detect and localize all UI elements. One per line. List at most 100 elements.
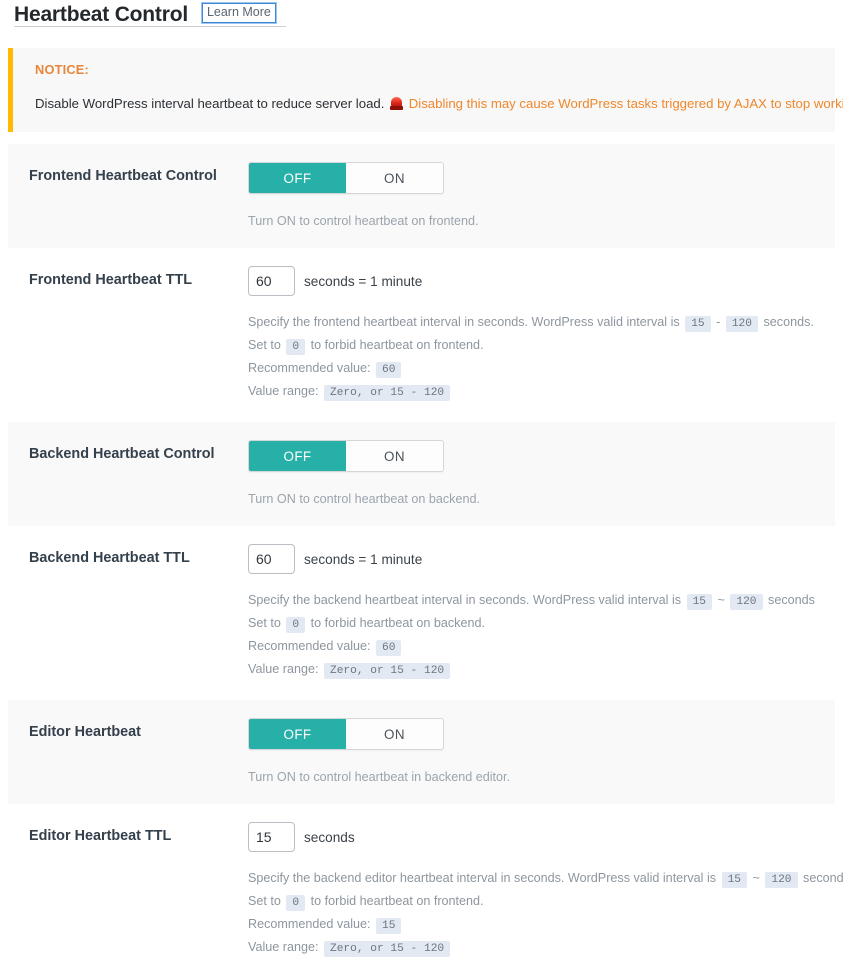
desc-text-tail: seconds.	[763, 315, 814, 329]
page-title: Heartbeat Control	[14, 3, 188, 26]
desc-badge-recommended: 60	[376, 640, 402, 656]
frontend-heartbeat-ttl-description: Specify the frontend heartbeat interval …	[248, 312, 825, 404]
description-line-1: Specify the frontend heartbeat interval …	[248, 312, 825, 335]
desc-text: Specify the frontend heartbeat interval …	[248, 315, 680, 329]
desc-text: Value range:	[248, 940, 319, 954]
desc-text-tail: to forbid heartbeat on backend.	[310, 616, 485, 630]
frontend-heartbeat-control-toggle-off[interactable]: OFF	[249, 163, 346, 193]
desc-text: Value range:	[248, 662, 319, 676]
notice-text: Disable WordPress interval heartbeat to …	[35, 96, 385, 111]
desc-text: Recommended value:	[248, 917, 371, 931]
desc-badge-zero: 0	[286, 339, 306, 355]
editor-heartbeat-ttl-line: seconds	[248, 822, 843, 852]
notice-warning-text: Disabling this may cause WordPress tasks…	[408, 96, 843, 111]
editor-heartbeat-toggle-off[interactable]: OFF	[249, 719, 346, 749]
description-line-4: Value range: Zero, or 15 - 120	[248, 937, 843, 960]
frontend-heartbeat-control-toggle[interactable]: OFF ON	[248, 162, 444, 194]
page-header: Heartbeat Control Learn More	[0, 0, 843, 28]
editor-heartbeat-help: Turn ON to control heartbeat in backend …	[248, 770, 511, 784]
backend-heartbeat-control-toggle-off[interactable]: OFF	[249, 441, 346, 471]
backend-heartbeat-ttl-line: seconds = 1 minute	[248, 544, 825, 574]
backend-heartbeat-ttl-field: seconds = 1 minute Specify the backend he…	[248, 544, 835, 682]
backend-heartbeat-ttl-input[interactable]	[248, 544, 295, 574]
desc-text: Specify the backend heartbeat interval i…	[248, 593, 682, 607]
description-line-2: Set to 0 to forbid heartbeat on frontend…	[248, 891, 843, 914]
desc-text: Set to	[248, 616, 281, 630]
siren-icon	[390, 97, 404, 110]
desc-badge-range: Zero, or 15 - 120	[323, 663, 451, 679]
desc-badge-max: 120	[725, 316, 758, 332]
desc-separator: ~	[752, 871, 760, 885]
page-header-inner: Heartbeat Control Learn More	[14, 0, 286, 27]
backend-heartbeat-control-toggle[interactable]: OFF ON	[248, 440, 444, 472]
editor-heartbeat-field: OFF ON Turn ON to control heartbeat in bac…	[248, 718, 835, 786]
description-line-4: Value range: Zero, or 15 - 120	[248, 659, 825, 682]
desc-text: Specify the backend editor heartbeat int…	[248, 871, 717, 885]
desc-text: Set to	[248, 894, 281, 908]
frontend-heartbeat-ttl-line: seconds = 1 minute	[248, 266, 825, 296]
frontend-heartbeat-control-field: OFF ON Turn ON to control heartbeat on fro…	[248, 162, 835, 230]
desc-separator: -	[716, 315, 721, 329]
desc-badge-zero: 0	[286, 617, 306, 633]
backend-heartbeat-control-field: OFF ON Turn ON to control heartbeat on bac…	[248, 440, 835, 508]
notice-label: NOTICE:	[35, 62, 90, 77]
desc-text-tail: to forbid heartbeat on frontend.	[310, 338, 484, 352]
description-line-2: Set to 0 to forbid heartbeat on frontend…	[248, 335, 825, 358]
desc-text-tail: to forbid heartbeat on frontend.	[310, 894, 484, 908]
frontend-heartbeat-ttl-label: Frontend Heartbeat TTL	[29, 272, 193, 288]
backend-heartbeat-control-toggle-on[interactable]: ON	[346, 441, 443, 471]
desc-separator: ~	[717, 593, 725, 607]
backend-heartbeat-ttl-label: Backend Heartbeat TTL	[29, 550, 190, 566]
description-line-3: Recommended value: 60	[248, 358, 825, 381]
desc-text: Recommended value:	[248, 361, 371, 375]
desc-text-tail: seconds	[803, 871, 843, 885]
description-line-2: Set to 0 to forbid heartbeat on backend.	[248, 613, 825, 636]
desc-badge-max: 120	[730, 594, 763, 610]
editor-heartbeat-ttl-label: Editor Heartbeat TTL	[29, 828, 172, 844]
settings-row: Backend Heartbeat Control OFF ON Turn ON to…	[8, 422, 835, 526]
editor-heartbeat-label: Editor Heartbeat	[29, 724, 141, 740]
notice-body: Disable WordPress interval heartbeat to …	[35, 95, 843, 113]
desc-badge-recommended: 60	[376, 362, 402, 378]
frontend-heartbeat-ttl-field: seconds = 1 minute Specify the frontend h…	[248, 266, 835, 404]
settings-row: Frontend Heartbeat TTL seconds = 1 minute…	[8, 248, 835, 422]
description-line-3: Recommended value: 15	[248, 914, 843, 937]
desc-text: Set to	[248, 338, 281, 352]
editor-heartbeat-ttl-field: seconds Specify the backend editor heartb…	[248, 822, 843, 960]
desc-badge-min: 15	[721, 872, 748, 888]
frontend-heartbeat-control-label: Frontend Heartbeat Control	[29, 168, 217, 184]
description-line-4: Value range: Zero, or 15 - 120	[248, 381, 825, 404]
backend-heartbeat-ttl-description: Specify the backend heartbeat interval i…	[248, 590, 825, 682]
description-line-1: Specify the backend heartbeat interval i…	[248, 590, 825, 613]
desc-badge-min: 15	[686, 594, 713, 610]
description-line-1: Specify the backend editor heartbeat int…	[248, 868, 843, 891]
frontend-heartbeat-ttl-suffix: seconds = 1 minute	[304, 273, 423, 289]
desc-badge-zero: 0	[286, 895, 306, 911]
backend-heartbeat-control-help: Turn ON to control heartbeat on backend.	[248, 492, 480, 506]
editor-heartbeat-ttl-input[interactable]	[248, 822, 295, 852]
learn-more-button[interactable]: Learn More	[200, 2, 277, 24]
backend-heartbeat-control-label: Backend Heartbeat Control	[29, 446, 215, 462]
desc-badge-range: Zero, or 15 - 120	[323, 385, 451, 401]
backend-heartbeat-ttl-suffix: seconds = 1 minute	[304, 551, 423, 567]
settings-row: Frontend Heartbeat Control OFF ON Turn ON t…	[8, 144, 835, 248]
desc-text: Recommended value:	[248, 639, 371, 653]
desc-badge-min: 15	[685, 316, 711, 332]
notice-box: NOTICE: Disable WordPress interval heart…	[8, 48, 843, 132]
settings-row: Editor Heartbeat OFF ON Turn ON to control …	[8, 700, 835, 804]
settings-table: Frontend Heartbeat Control OFF ON Turn ON t…	[8, 144, 843, 978]
frontend-heartbeat-ttl-input[interactable]	[248, 266, 295, 296]
editor-heartbeat-ttl-description: Specify the backend editor heartbeat int…	[248, 868, 843, 960]
settings-row: Editor Heartbeat TTL seconds Specify the b…	[8, 804, 843, 978]
desc-text: Value range:	[248, 384, 319, 398]
desc-badge-range: Zero, or 15 - 120	[323, 941, 451, 957]
settings-row: Backend Heartbeat TTL seconds = 1 minute S…	[8, 526, 835, 700]
desc-badge-max: 120	[765, 872, 798, 888]
description-line-3: Recommended value: 60	[248, 636, 825, 659]
editor-heartbeat-toggle-on[interactable]: ON	[346, 719, 443, 749]
frontend-heartbeat-control-help: Turn ON to control heartbeat on frontend…	[248, 214, 479, 228]
editor-heartbeat-ttl-suffix: seconds	[304, 829, 355, 845]
frontend-heartbeat-control-toggle-on[interactable]: ON	[346, 163, 443, 193]
desc-text-tail: seconds	[768, 593, 815, 607]
editor-heartbeat-toggle[interactable]: OFF ON	[248, 718, 444, 750]
